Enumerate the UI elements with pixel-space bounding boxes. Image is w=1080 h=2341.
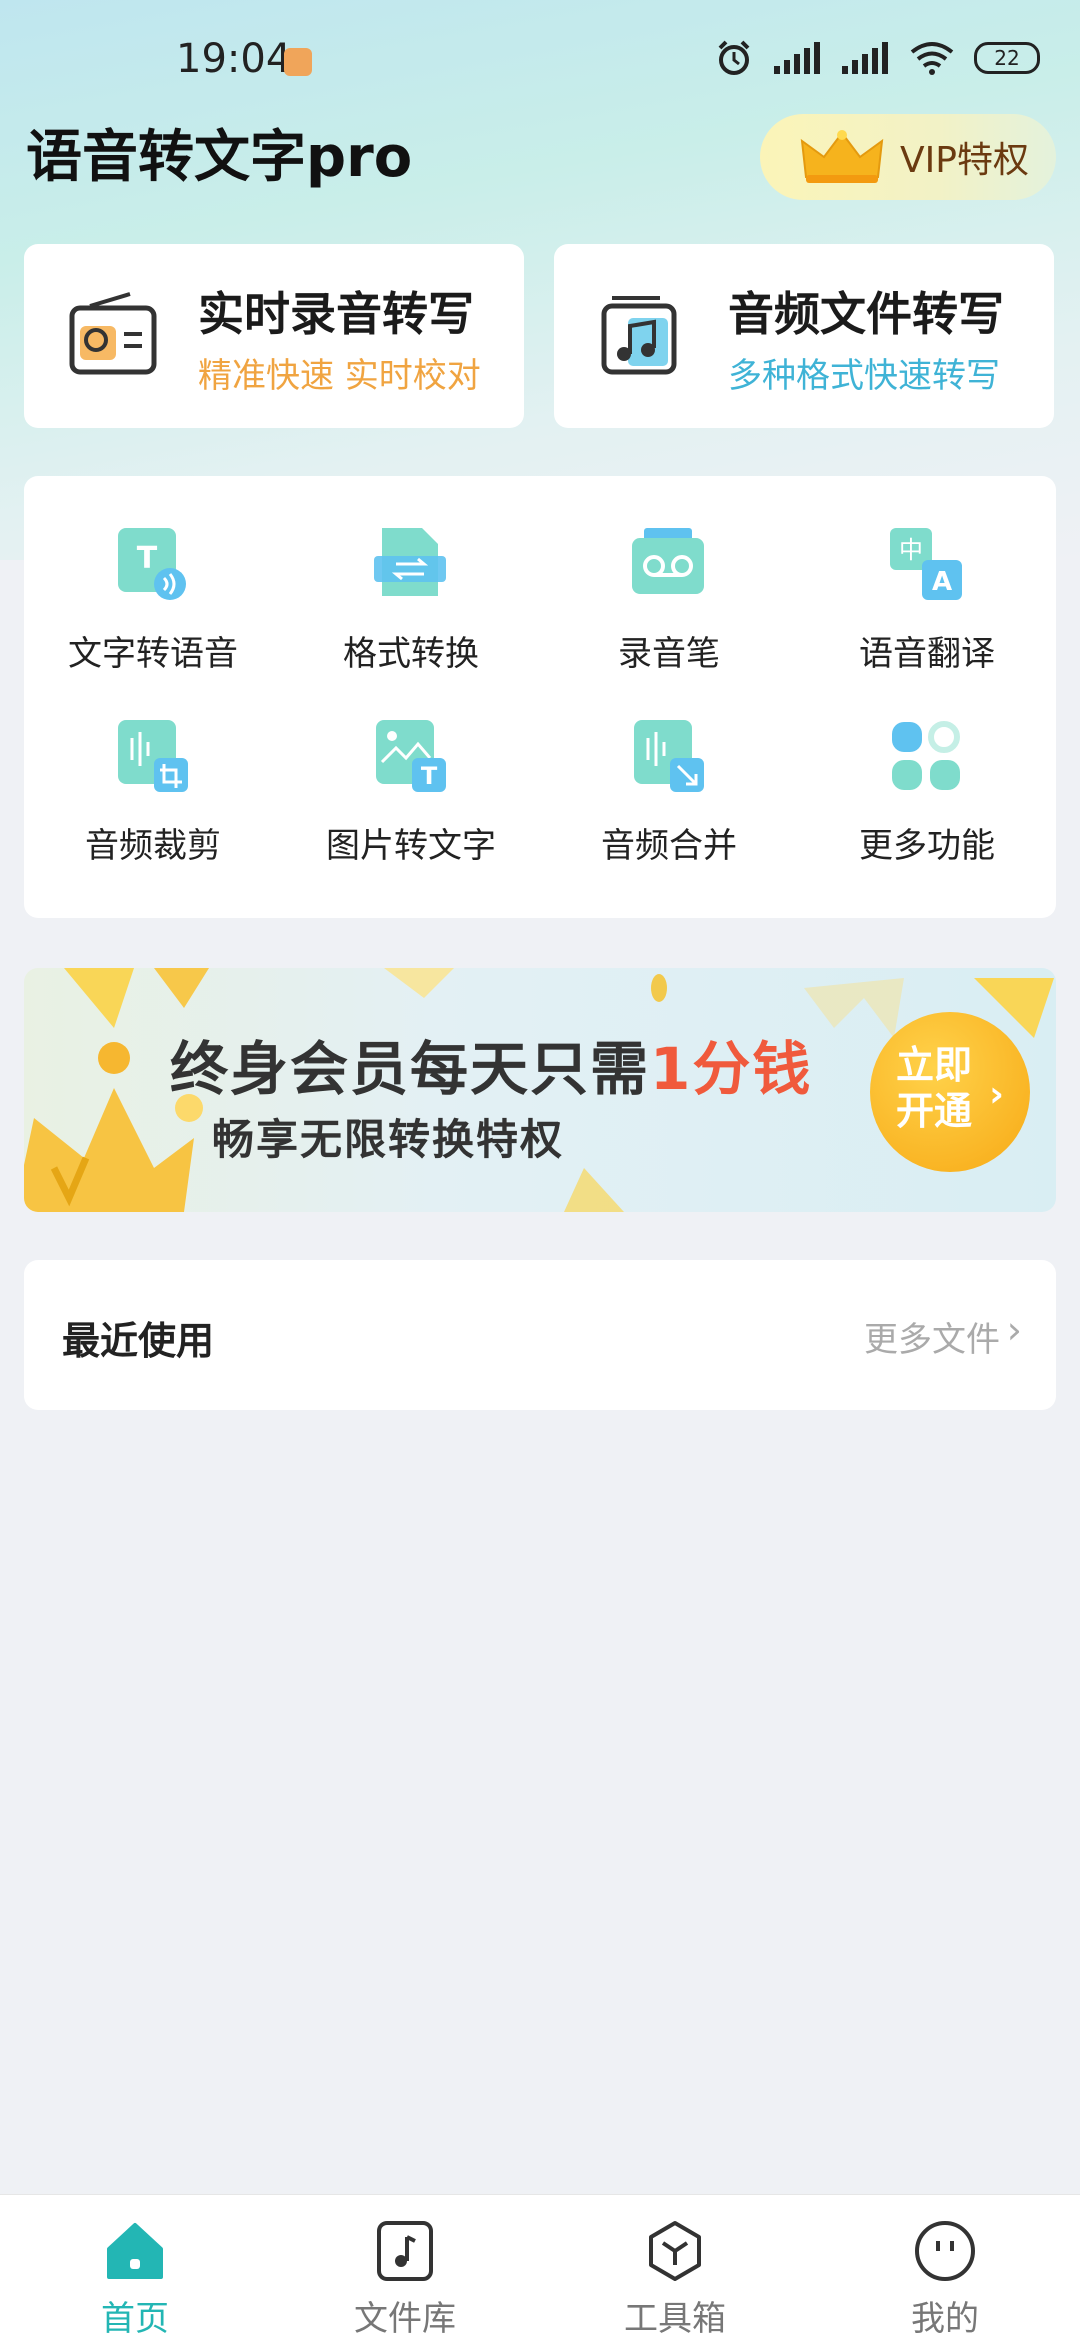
audio-file-transcribe-card[interactable]: 音频文件转写 多种格式快速转写 (554, 244, 1054, 428)
vip-label: VIP特权 (900, 140, 1029, 181)
tool-more-features[interactable]: 更多功能 (798, 668, 1056, 866)
notification-icon (284, 48, 312, 76)
home-icon (107, 2223, 163, 2279)
tool-label: 图片转文字 (326, 826, 496, 866)
card-subtitle: 精准快速 实时校对 (198, 356, 481, 396)
format-convert-icon (374, 528, 446, 596)
activate-now-label: 立即开通 (896, 1043, 973, 1133)
signal-icon (774, 42, 820, 74)
signal-hd-icon (842, 42, 888, 74)
alarm-icon (718, 40, 750, 75)
translate-icon: 中 A (890, 528, 962, 600)
tool-image-to-text[interactable]: T 图片转文字 (282, 668, 540, 866)
tool-recorder[interactable]: 录音笔 (540, 476, 798, 674)
banner-title-main: 终身会员每天只需 (170, 1035, 651, 1103)
svg-text:T: T (137, 541, 158, 576)
more-apps-icon (892, 721, 960, 790)
audio-crop-icon (118, 720, 188, 792)
text-to-speech-icon: T (118, 528, 186, 600)
card-subtitle: 多种格式快速转写 (728, 356, 1000, 396)
image-to-text-icon: T (376, 720, 446, 792)
chevron-right-icon: › (1006, 1308, 1022, 1352)
audio-merge-icon (634, 720, 704, 792)
banner-subtitle: 畅享无限转换特权 (212, 1115, 565, 1164)
toolbox-icon (649, 2221, 701, 2281)
banner-title: 终身会员每天只需1分钱 (170, 1022, 812, 1106)
tab-label: 文件库 (354, 2299, 456, 2339)
status-bar: 19:04 22 (0, 0, 1080, 120)
tool-audio-crop[interactable]: 音频裁剪 (24, 668, 282, 866)
profile-icon (915, 2221, 975, 2281)
bottom-tab-bar: 首页 文件库 工具箱 我的 (0, 2194, 1080, 2341)
chevron-right-icon: › (989, 1074, 1004, 1115)
app-title: 语音转文字pro (26, 125, 413, 190)
tab-home[interactable]: 首页 (0, 2195, 270, 2341)
tool-text-to-speech[interactable]: T 文字转语音 (24, 476, 282, 674)
tab-label: 首页 (101, 2299, 169, 2339)
more-files-link[interactable]: 更多文件 (864, 1312, 1000, 1361)
tab-file-library[interactable]: 文件库 (270, 2195, 540, 2341)
vip-button[interactable]: VIP特权 (760, 114, 1056, 200)
tab-label: 工具箱 (624, 2299, 726, 2339)
tab-label: 我的 (911, 2299, 979, 2339)
status-time: 19:04 (176, 36, 292, 82)
crown-icon (800, 130, 884, 183)
tools-grid: T 文字转语音 格式转换 录音笔 中 A 语音翻译 音频裁剪 T 图片转文字 音… (24, 476, 1056, 918)
tool-audio-merge[interactable]: 音频合并 (540, 668, 798, 866)
file-library-icon (377, 2221, 433, 2281)
tab-profile[interactable]: 我的 (810, 2195, 1080, 2341)
membership-banner[interactable]: 终身会员每天只需1分钱 畅享无限转换特权 立即开通 › (24, 968, 1056, 1212)
recent-title: 最近使用 (62, 1319, 215, 1363)
activate-now-button[interactable]: 立即开通 › (870, 1012, 1030, 1172)
card-title: 实时录音转写 (198, 287, 474, 341)
banner-title-highlight: 1分钱 (650, 1035, 813, 1103)
recorder-icon (632, 528, 704, 594)
wifi-icon (910, 42, 954, 75)
radio-icon (69, 292, 157, 375)
status-icons: 22 (714, 38, 1040, 78)
tab-toolbox[interactable]: 工具箱 (540, 2195, 810, 2341)
tool-voice-translate[interactable]: 中 A 语音翻译 (798, 476, 1056, 674)
realtime-transcribe-card[interactable]: 实时录音转写 精准快速 实时校对 (24, 244, 524, 428)
tool-format-convert[interactable]: 格式转换 (282, 476, 540, 674)
tool-label: 音频合并 (601, 826, 737, 866)
svg-text:A: A (932, 567, 952, 597)
tool-label: 更多功能 (859, 826, 995, 866)
recent-section: 最近使用 更多文件 › (24, 1260, 1056, 1410)
battery-indicator: 22 (974, 42, 1040, 74)
tool-label: 音频裁剪 (85, 826, 221, 866)
svg-text:中: 中 (899, 536, 923, 564)
card-title: 音频文件转写 (728, 287, 1004, 341)
svg-text:T: T (421, 762, 438, 790)
music-file-icon (601, 296, 677, 375)
